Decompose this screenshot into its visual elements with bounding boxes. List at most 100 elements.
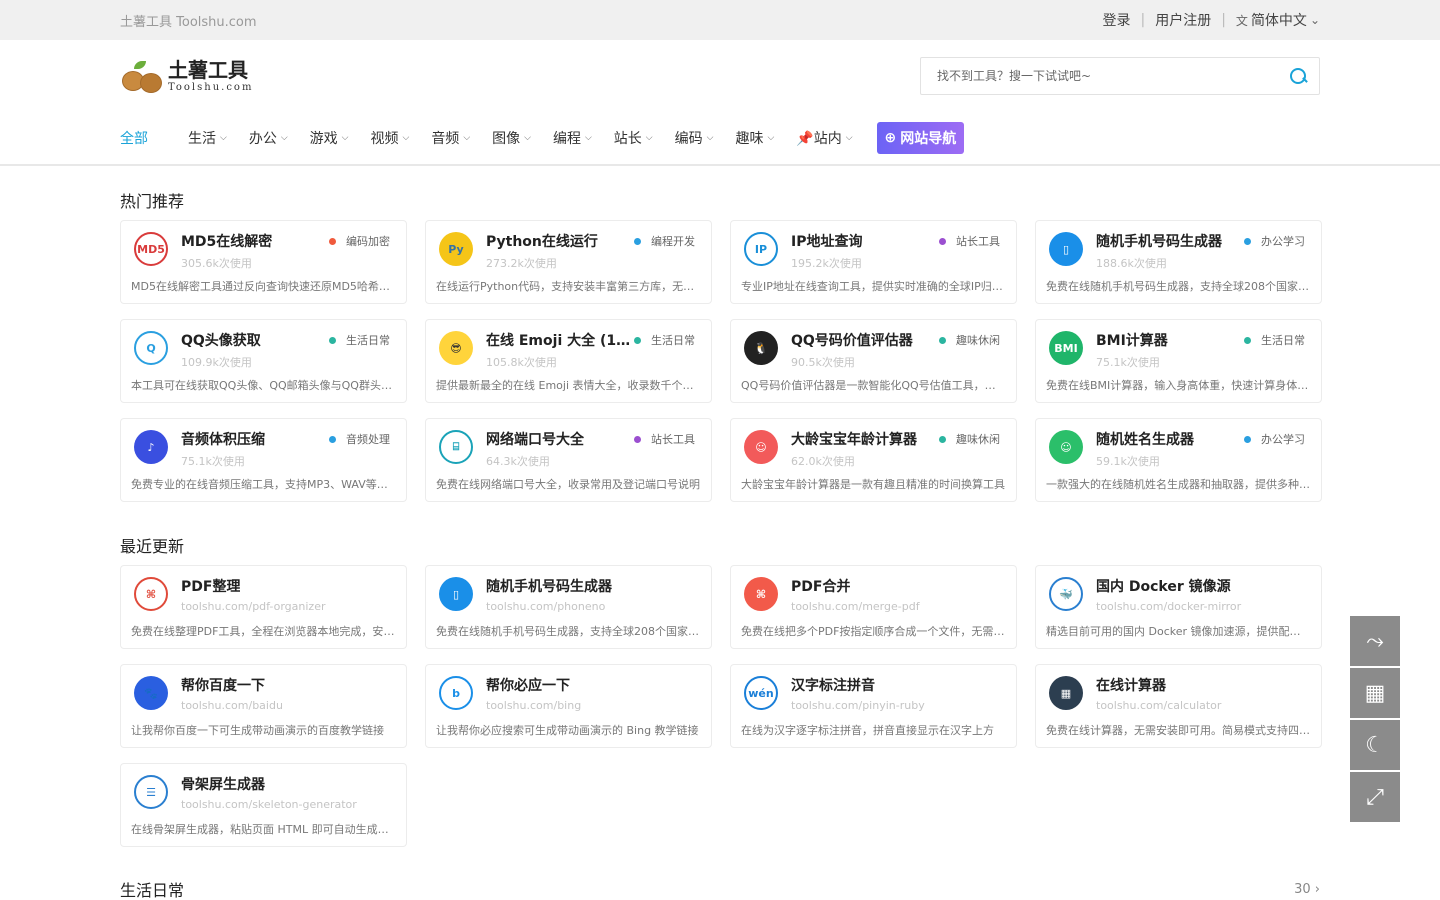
header: 土薯工具 Toolshu.com: [0, 40, 1440, 112]
qrcode-button[interactable]: ▦: [1350, 668, 1400, 718]
tag-label: 编程开发: [651, 235, 695, 248]
tool-card[interactable]: 🐧 QQ号码价值评估器 趣味休闲 90.5k次使用 QQ号码价值评估器是一款智能化QQ号…: [730, 319, 1017, 403]
search-input[interactable]: [937, 69, 1267, 83]
tool-title: QQ头像获取: [181, 333, 261, 349]
tool-card[interactable]: ▦ 在线计算器 toolshu.com/calculator 免费在线计算器，无需安装…: [1035, 664, 1322, 748]
chevron-down-icon: ⌵: [280, 133, 288, 143]
tag-dot: [939, 237, 946, 245]
nav-item[interactable]: 站长 ⌵: [614, 128, 653, 148]
tool-card[interactable]: ⌘ PDF整理 toolshu.com/pdf-organizer 免费在线整理PDF…: [120, 565, 407, 649]
tool-card[interactable]: ▯ 随机手机号码生成器 办公学习 188.6k次使用 免费在线随机手机号码生成器，支持全…: [1035, 220, 1322, 304]
tool-title: 在线 Emoji 大全 (1900+): [486, 333, 634, 349]
category-tag: 趣味休闲: [939, 332, 1000, 348]
nav-item[interactable]: 图像 ⌵: [492, 128, 531, 148]
tool-description: 让我帮你百度一下可生成带动画演示的百度教学链接: [131, 724, 384, 737]
tool-title: Python在线运行: [486, 234, 598, 250]
tool-card[interactable]: BMI BMI计算器 生活日常 75.1k次使用 免费在线BMI计算器，输入身高体重，快…: [1035, 319, 1322, 403]
tool-description: 本工具可在线获取QQ头像、QQ邮箱头像与QQ群头像，高清大图: [131, 379, 396, 392]
category-tag: 音频处理: [329, 431, 390, 447]
bing-icon: b: [439, 676, 473, 710]
nav-item[interactable]: 📌站内 ⌵: [796, 128, 852, 148]
fullscreen-button[interactable]: ⤢: [1350, 772, 1400, 822]
usage-count: 90.5k次使用: [791, 356, 855, 369]
tool-card[interactable]: Py Python在线运行 编程开发 273.2k次使用 在线运行Python代码，支持…: [425, 220, 712, 304]
tool-card[interactable]: 🐾 帮你百度一下 toolshu.com/baidu 让我帮你百度一下可生成带动画演示…: [120, 664, 407, 748]
tool-card[interactable]: ▯ 随机手机号码生成器 toolshu.com/phoneno 免费在线随机手机号码生…: [425, 565, 712, 649]
translate-icon: 文: [1235, 13, 1248, 28]
potato-logo-icon: [120, 59, 164, 93]
skeleton-icon: ☰: [134, 775, 168, 809]
chevron-down-icon: ⌵: [706, 133, 714, 143]
site-guide-button[interactable]: ⊕ 网站导航: [876, 122, 965, 154]
tool-title: 汉字标注拼音: [791, 678, 875, 694]
nav-item[interactable]: 编程 ⌵: [553, 128, 592, 148]
chevron-down-icon: ⌵: [402, 133, 410, 143]
tool-card[interactable]: b 帮你必应一下 toolshu.com/bing 让我帮你必应搜索可生成带动画演示的…: [425, 664, 712, 748]
nav-item-label: 趣味: [735, 131, 764, 147]
tool-title: 音频体积压缩: [181, 432, 265, 448]
tool-title: QQ号码价值评估器: [791, 333, 913, 349]
nav-item[interactable]: 全部: [120, 128, 148, 148]
calculator-icon: ▦: [1049, 676, 1083, 710]
tool-card[interactable]: Q QQ头像获取 生活日常 109.9k次使用 本工具可在线获取QQ头像、QQ邮箱头像与…: [120, 319, 407, 403]
md5-icon: MD5: [134, 232, 168, 266]
tool-card[interactable]: wén 汉字标注拼音 toolshu.com/pinyin-ruby 在线为汉字逐字标…: [730, 664, 1017, 748]
tool-card[interactable]: ☺ 大龄宝宝年龄计算器 趣味休闲 62.0k次使用 大龄宝宝年龄计算器是一款有趣且精准的…: [730, 418, 1017, 502]
phone-icon: ▯: [1049, 232, 1083, 266]
language-select[interactable]: 文 简体中文 ⌄: [1236, 10, 1320, 30]
nav-item[interactable]: 视频 ⌵: [370, 128, 409, 148]
tool-card[interactable]: 🐳 国内 Docker 镜像源 toolshu.com/docker-mirror 精…: [1035, 565, 1322, 649]
qq-avatar-icon: Q: [134, 331, 168, 365]
register-link[interactable]: 用户注册: [1155, 10, 1211, 30]
tool-title: 帮你百度一下: [181, 678, 265, 694]
usage-count: 64.3k次使用: [486, 455, 550, 468]
chevron-down-icon: ⌵: [645, 133, 653, 143]
nav-item[interactable]: 生活 ⌵: [188, 128, 227, 148]
tool-description: 专业IP地址在线查询工具，提供实时准确的全球IP归属地信息: [741, 280, 1006, 293]
tool-url: toolshu.com/merge-pdf: [791, 600, 920, 613]
share-icon: ⤳: [1366, 628, 1384, 654]
tag-label: 生活日常: [346, 334, 390, 347]
nav-item[interactable]: 办公 ⌵: [249, 128, 288, 148]
divider: |: [1140, 12, 1146, 28]
tag-dot: [1244, 435, 1251, 443]
section-title: 热门推荐: [120, 192, 185, 211]
divider: |: [1221, 12, 1226, 28]
top-bar: 土薯工具 Toolshu.com 登录 | 用户注册 | 文 简体中文 ⌄: [0, 0, 1440, 40]
tool-card[interactable]: ⌘ PDF合并 toolshu.com/merge-pdf 免费在线把多个PDF按指定…: [730, 565, 1017, 649]
tool-card[interactable]: ⌸ 网络端口号大全 站长工具 64.3k次使用 免费在线网络端口号大全，收录常用及登记端…: [425, 418, 712, 502]
tool-description: 大龄宝宝年龄计算器是一款有趣且精准的时间换算工具: [741, 478, 1005, 491]
chevron-down-icon: ⌄: [1309, 13, 1320, 27]
search-icon[interactable]: [1289, 67, 1307, 85]
nav-item[interactable]: 编码 ⌵: [675, 128, 714, 148]
usage-count: 273.2k次使用: [486, 257, 557, 270]
tool-url: toolshu.com/phoneno: [486, 600, 606, 613]
tool-url: toolshu.com/baidu: [181, 699, 283, 712]
tool-card[interactable]: ☰ 骨架屏生成器 toolshu.com/skeleton-generator 在线骨…: [120, 763, 407, 847]
tool-card[interactable]: IP IP地址查询 站长工具 195.2k次使用 专业IP地址在线查询工具，提供实时准确…: [730, 220, 1017, 304]
nav-item[interactable]: 音频 ⌵: [431, 128, 470, 148]
login-link[interactable]: 登录: [1102, 10, 1130, 30]
tool-card[interactable]: ☺ 随机姓名生成器 办公学习 59.1k次使用 一款强大的在线随机姓名生成器和抽取器，提…: [1035, 418, 1322, 502]
nav-item-label: 办公: [248, 131, 277, 147]
tool-title: 随机手机号码生成器: [486, 579, 612, 595]
dark-mode-button[interactable]: ☾: [1350, 720, 1400, 770]
tool-description: MD5在线解密工具通过反向查询快速还原MD5哈希值，支持多种MD5格式: [131, 280, 396, 293]
pdf-merge-icon: ⌘: [744, 577, 778, 611]
nav-item[interactable]: 趣味 ⌵: [735, 128, 774, 148]
usage-count: 62.0k次使用: [791, 455, 855, 468]
category-tag: 趣味休闲: [939, 431, 1000, 447]
tool-card[interactable]: MD5 MD5在线解密 编码加密 305.6k次使用 MD5在线解密工具通过反向查询快速…: [120, 220, 407, 304]
tool-description: 精选目前可用的国内 Docker 镜像加速源，提供配置方法: [1046, 625, 1311, 638]
tool-card[interactable]: 😎 在线 Emoji 大全 (1900+) 生活日常 105.8k次使用提供最新最全的…: [425, 319, 712, 403]
nav-item[interactable]: 游戏 ⌵: [310, 128, 349, 148]
tool-description: 免费在线随机手机号码生成器，支持全球208个国家和地区号段: [436, 625, 701, 638]
more-link[interactable]: 30 ›: [1294, 882, 1320, 897]
tool-card[interactable]: ♪ 音频体积压缩 音频处理 75.1k次使用 免费专业的在线音频压缩工具，支持MP3、W…: [120, 418, 407, 502]
tag-dot: [329, 237, 336, 245]
share-button[interactable]: ⤳: [1350, 616, 1400, 666]
tool-description: 免费在线整理PDF工具，全程在浏览器本地完成，安全可靠: [131, 625, 396, 638]
tool-title: PDF整理: [181, 579, 241, 595]
site-logo[interactable]: 土薯工具 Toolshu.com: [120, 59, 253, 93]
nav-item-label: 编程: [552, 131, 581, 147]
